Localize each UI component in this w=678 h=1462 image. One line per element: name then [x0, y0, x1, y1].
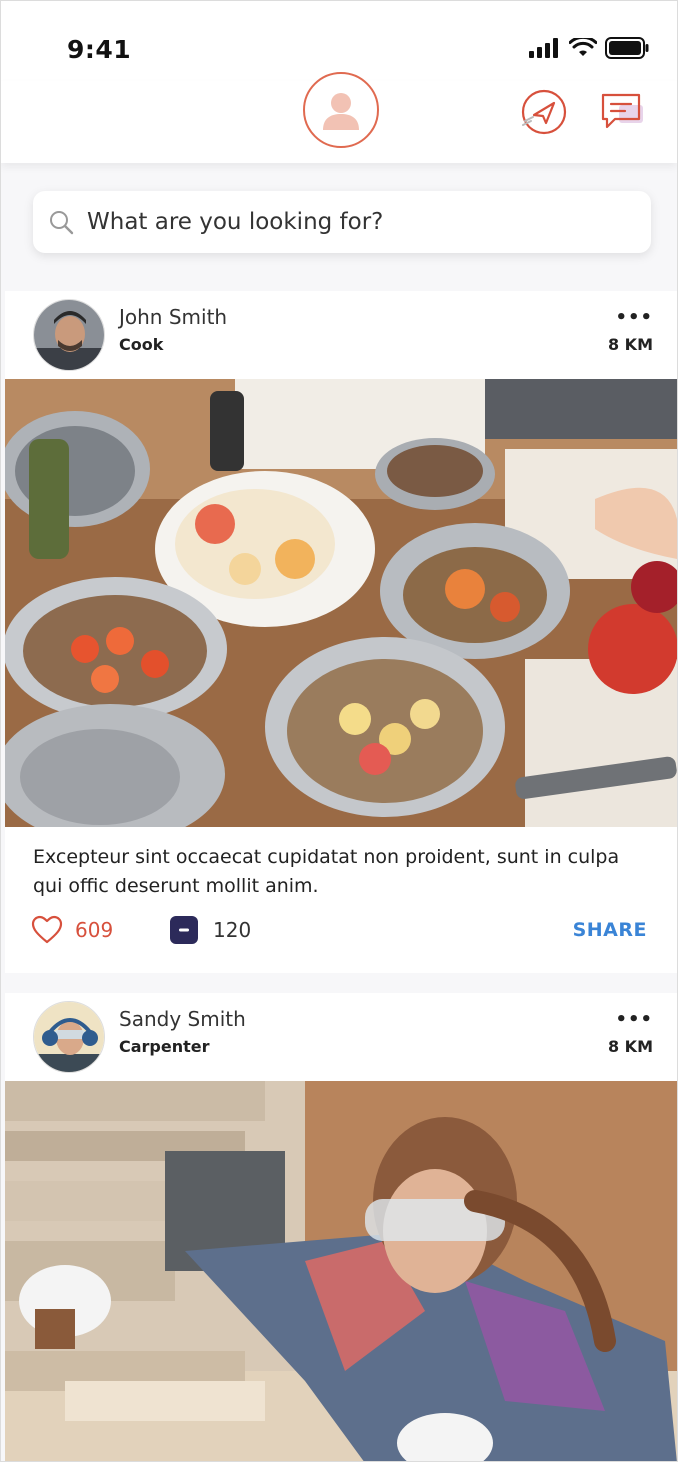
author-role: Cook: [119, 335, 164, 354]
more-options-icon[interactable]: •••: [615, 1009, 653, 1030]
app-screen: 9:41 What are you looking for? John Smit…: [0, 0, 678, 1462]
post-card: John Smith Cook ••• 8 KM Excepteur sint …: [5, 291, 677, 973]
search-input[interactable]: [87, 209, 627, 235]
author-role: Carpenter: [119, 1037, 210, 1056]
app-header: [1, 72, 677, 163]
post-image[interactable]: [5, 379, 677, 827]
post-header: Sandy Smith Carpenter ••• 8 KM: [5, 993, 677, 1081]
heart-icon: [31, 915, 63, 944]
like-button[interactable]: 609: [31, 915, 113, 945]
author-name[interactable]: John Smith: [119, 305, 227, 329]
search-icon: [47, 208, 75, 236]
comment-button[interactable]: 120: [169, 915, 251, 945]
status-bar: 9:41: [1, 1, 677, 81]
navigation-arrow-icon: [521, 89, 567, 135]
post-caption: Excepteur sint occaecat cupidatat non pr…: [33, 846, 620, 897]
status-icons: [529, 37, 649, 59]
distance-label: 8 KM: [607, 335, 653, 354]
comment-count: 120: [213, 918, 252, 942]
distance-label: 8 KM: [607, 1037, 653, 1056]
battery-icon: [605, 37, 649, 59]
location-button[interactable]: [519, 87, 569, 137]
post-header: John Smith Cook ••• 8 KM: [5, 291, 677, 379]
post-card: Sandy Smith Carpenter ••• 8 KM: [5, 993, 677, 1461]
chat-bubble-icon: [601, 93, 643, 129]
author-avatar[interactable]: [33, 1001, 105, 1073]
like-count: 609: [75, 918, 114, 942]
user-avatar-icon: [323, 93, 359, 130]
search-bar: [33, 191, 651, 253]
post-actions: 609 120 SHARE: [5, 901, 677, 973]
profile-button[interactable]: [303, 72, 379, 148]
share-button[interactable]: SHARE: [573, 919, 647, 941]
post-image[interactable]: [5, 1081, 677, 1461]
wifi-icon: [569, 38, 597, 56]
signal-icon: [529, 38, 558, 58]
more-options-icon[interactable]: •••: [615, 307, 653, 328]
author-avatar[interactable]: [33, 299, 105, 371]
author-name[interactable]: Sandy Smith: [119, 1007, 246, 1031]
comment-icon: [170, 916, 198, 944]
messages-button[interactable]: [597, 87, 647, 137]
status-time: 9:41: [67, 35, 132, 64]
